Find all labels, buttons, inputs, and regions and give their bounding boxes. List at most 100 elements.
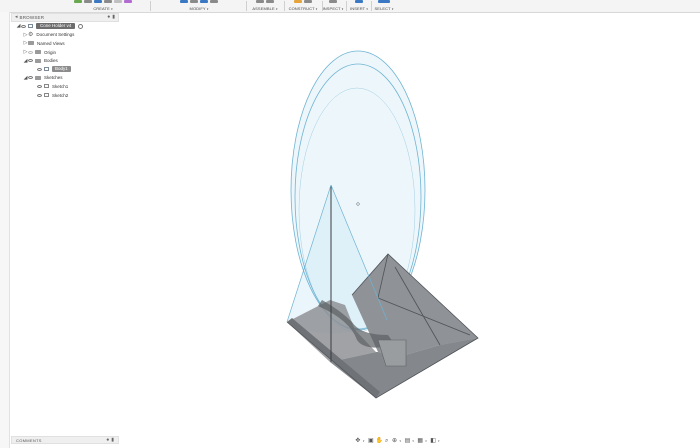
tree-item-sketch1[interactable]: Sketch1 <box>11 82 119 91</box>
body-edges <box>286 253 479 399</box>
folder-icon <box>35 50 41 55</box>
navigation-bar: ✥ ▾ ▣ ✋ ⌕ ⊕ ▾ ▤ ▾ ▦ ▾ ◧ ▾ <box>355 436 441 445</box>
holder-right-face[interactable] <box>352 254 478 355</box>
zoom-icon[interactable]: ⌕ <box>384 438 390 444</box>
tree-item-label: Document Settings <box>36 32 75 38</box>
visibility-eye-icon[interactable] <box>28 59 33 63</box>
insert-tool-icons[interactable] <box>349 0 369 4</box>
look-at-icon[interactable]: ▣ <box>368 438 374 444</box>
sweep-icon[interactable] <box>104 0 112 3</box>
browser-header[interactable]: ◂ BROWSER ● ▮ <box>11 13 119 22</box>
sketch-center-point[interactable] <box>356 202 360 206</box>
assemble-label[interactable]: ASSEMBLE ▾ <box>248 6 282 12</box>
collapse-triangle-icon[interactable]: ◂ <box>15 15 18 20</box>
chevron-down-icon: ▾ <box>111 7 113 11</box>
joint-icon[interactable] <box>256 0 264 3</box>
visibility-eye-icon[interactable] <box>37 93 42 97</box>
sketch-icon <box>44 93 49 98</box>
visibility-eye-icon[interactable] <box>28 76 33 80</box>
holder-top-right-face[interactable] <box>378 254 478 345</box>
shell-icon[interactable] <box>210 0 218 3</box>
chevron-down-icon[interactable]: ▾ <box>438 439 441 443</box>
root-component-label[interactable]: Cone Holder v4 <box>36 23 76 30</box>
display-settings-icon[interactable]: ▤ <box>404 438 411 444</box>
select-label[interactable]: SELECT ▾ <box>373 6 395 12</box>
pan-icon[interactable]: ✋ <box>376 438 383 444</box>
create-tool-icons[interactable] <box>58 0 148 4</box>
chevron-down-icon[interactable]: ▾ <box>363 439 366 443</box>
revolve-icon[interactable] <box>94 0 102 3</box>
axis-icon[interactable] <box>304 0 312 3</box>
chevron-down-icon[interactable]: ▾ <box>412 439 415 443</box>
tree-item-named-views[interactable]: ▷ Named Views <box>11 39 119 48</box>
extrude-icon[interactable] <box>84 0 92 3</box>
construct-tool-icons[interactable] <box>286 0 320 4</box>
construct-label[interactable]: CONSTRUCT ▾ <box>286 6 320 12</box>
new-sketch-icon[interactable] <box>74 0 82 3</box>
assemble-menu[interactable]: ASSEMBLE ▾ <box>248 0 282 12</box>
offset-plane-icon[interactable] <box>294 0 302 3</box>
select-menu[interactable]: SELECT ▾ <box>373 0 395 12</box>
modify-tool-icons[interactable] <box>154 0 244 4</box>
activate-component-icon[interactable] <box>78 23 84 29</box>
assemble-tool-icons[interactable] <box>248 0 282 4</box>
form-icon[interactable] <box>124 0 132 3</box>
cone-profile-line[interactable] <box>286 184 332 323</box>
holder-bottom-edge-face[interactable] <box>287 318 380 398</box>
cone-seat-cut[interactable] <box>318 300 395 348</box>
pin-icon[interactable]: ● <box>107 15 110 20</box>
insert-label[interactable]: INSERT ▾ <box>349 6 369 12</box>
chevron-down-icon: ▾ <box>275 7 278 11</box>
holder-front-face[interactable] <box>287 322 478 398</box>
expand-panel-icon[interactable]: ▮ <box>111 437 114 443</box>
insert-icon[interactable] <box>355 0 363 3</box>
visibility-eye-icon[interactable] <box>21 24 26 28</box>
tree-item-bodies[interactable]: ◢ Bodies <box>11 56 119 65</box>
inspect-menu[interactable]: INSPECT ▾ <box>322 0 344 12</box>
tree-item-document-settings[interactable]: ▷ ⚙ Document Settings <box>11 31 119 40</box>
chevron-down-icon[interactable]: ▾ <box>425 439 428 443</box>
tree-item-body1[interactable]: Body1 <box>11 65 119 74</box>
toolbar-divider <box>150 1 151 11</box>
tree-item-sketches[interactable]: ◢ Sketches <box>11 74 119 83</box>
inspect-label[interactable]: INSPECT ▾ <box>322 6 344 12</box>
inner-ellipse-shell[interactable] <box>294 63 422 331</box>
loft-icon[interactable] <box>114 0 122 3</box>
inner-ellipse-edge[interactable] <box>298 87 416 333</box>
cone-surface[interactable] <box>287 185 387 334</box>
orbit-icon[interactable]: ✥ <box>355 438 361 444</box>
chamfer-icon[interactable] <box>200 0 208 3</box>
tree-item-origin[interactable]: ▷ Origin <box>11 48 119 57</box>
expand-panel-icon[interactable]: ▮ <box>112 15 115 20</box>
create-menu[interactable]: CREATE ▾ <box>58 0 148 12</box>
modify-label[interactable]: MODIFY ▾ <box>154 6 244 12</box>
press-pull-icon[interactable] <box>180 0 188 3</box>
modify-menu[interactable]: MODIFY ▾ <box>154 0 244 12</box>
visibility-eye-icon[interactable] <box>37 84 42 88</box>
outer-ellipse-shell[interactable] <box>290 50 426 330</box>
fillet-icon[interactable] <box>190 0 198 3</box>
visibility-eye-icon[interactable] <box>28 50 33 54</box>
construct-menu[interactable]: CONSTRUCT ▾ <box>286 0 320 12</box>
chevron-down-icon[interactable]: ▾ <box>400 439 403 443</box>
select-tool-icons[interactable] <box>373 0 395 4</box>
holder-notch[interactable] <box>377 339 407 367</box>
select-icon[interactable] <box>378 0 390 3</box>
tree-item-label: Bodies <box>44 58 58 64</box>
viewports-icon[interactable]: ◧ <box>430 438 436 444</box>
add-comment-icon[interactable]: ● <box>106 437 109 443</box>
grid-icon[interactable]: ▦ <box>417 438 423 444</box>
comments-panel[interactable]: COMMENTS ● ▮ <box>11 436 119 444</box>
cone-profile-line[interactable] <box>330 184 388 321</box>
tree-root[interactable]: ◢ Cone Holder v4 <box>11 22 119 31</box>
rigid-group-icon[interactable] <box>266 0 274 3</box>
holder-left-face[interactable] <box>287 300 376 362</box>
inspect-tool-icons[interactable] <box>322 0 344 4</box>
tree-item-sketch2[interactable]: Sketch2 <box>11 91 119 100</box>
create-label[interactable]: CREATE ▾ <box>58 6 148 12</box>
visibility-eye-icon[interactable] <box>37 67 42 71</box>
insert-menu[interactable]: INSERT ▾ <box>349 0 369 12</box>
fit-icon[interactable]: ⊕ <box>392 438 398 444</box>
sketch-icon <box>44 84 49 89</box>
measure-icon[interactable] <box>329 0 337 3</box>
